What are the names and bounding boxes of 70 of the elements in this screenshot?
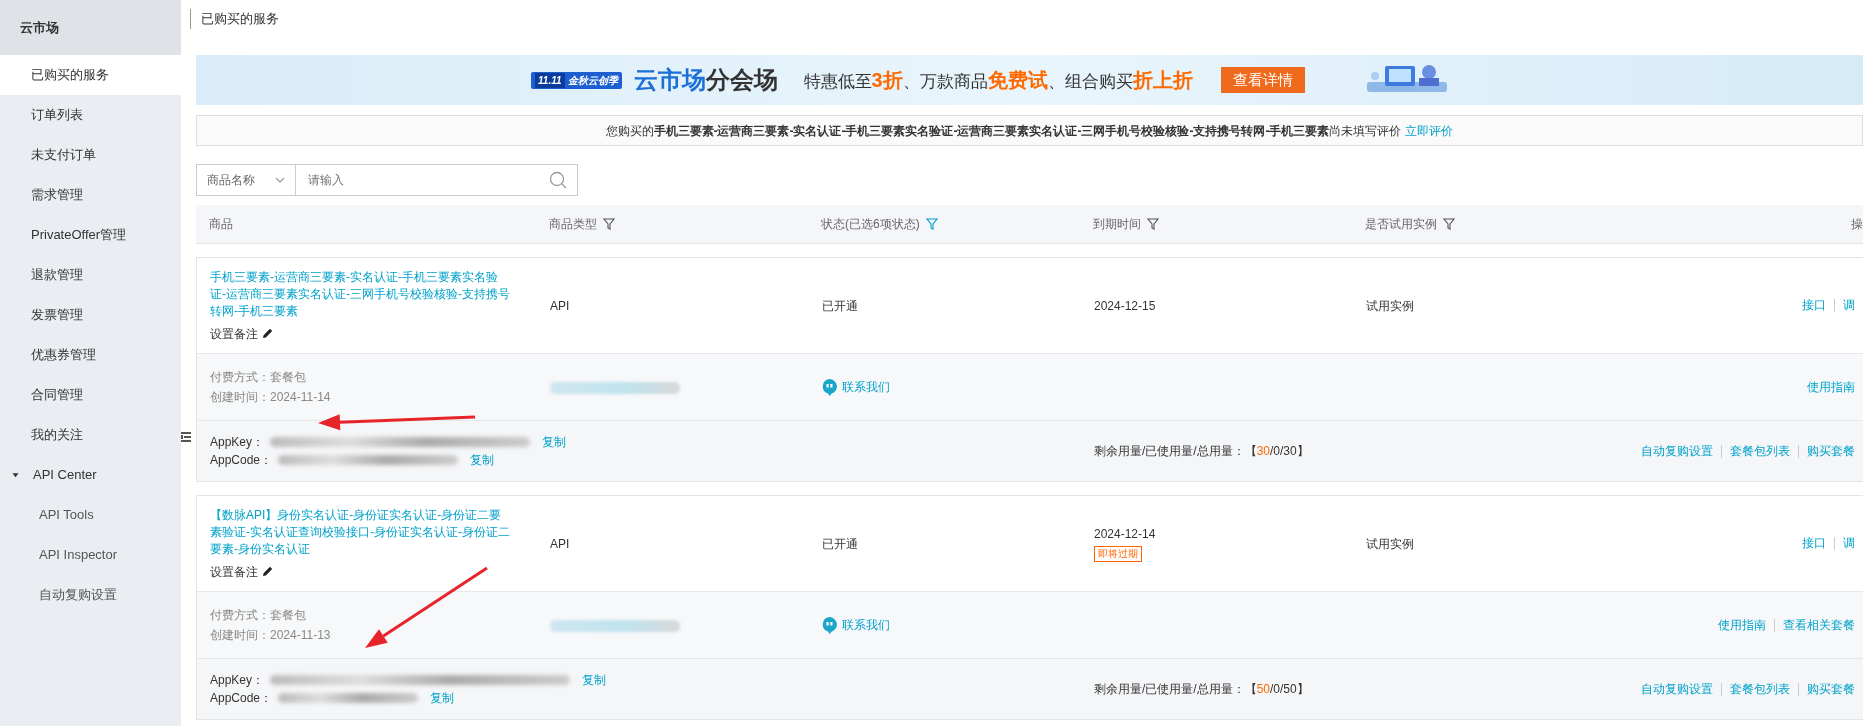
search-icon — [549, 171, 567, 189]
search-field[interactable]: 请输入 — [296, 164, 578, 196]
promo-title: 云市场分会场 — [633, 65, 778, 95]
column-header[interactable]: 状态(已选6项状态) — [821, 215, 920, 233]
expiry-date: 2024-12-15 — [1094, 297, 1157, 315]
guide-link[interactable]: 使用指南 — [1710, 618, 1774, 632]
guide-link[interactable]: 查看相关套餐 — [1774, 618, 1863, 632]
appcode-label: AppCode： — [210, 452, 273, 469]
sidebar-item[interactable]: 已购买的服务 — [0, 55, 181, 95]
set-note-link[interactable]: 设置备注 — [210, 562, 258, 581]
action-link[interactable]: 调 — [1834, 299, 1863, 312]
column-header[interactable]: 操 — [1851, 215, 1863, 233]
sidebar-item[interactable]: 未支付订单 — [0, 135, 181, 175]
column-header[interactable]: 商品 — [209, 215, 233, 233]
chat-bubble-icon — [822, 378, 837, 396]
status-text: 已开通 — [822, 535, 859, 553]
contact-link[interactable]: 联系我们 — [822, 616, 1094, 634]
promo-badge: 11.11 金秋云创季 — [531, 71, 622, 89]
promo-button[interactable]: 查看详情 — [1220, 66, 1305, 94]
chat-bubble-icon — [822, 616, 837, 634]
sidebar-title: 云市场 — [20, 18, 59, 37]
sidebar-item[interactable]: 退款管理 — [0, 255, 181, 295]
promo-banner[interactable]: 11.11 金秋云创季 云市场分会场 特惠低至3折、万款商品免费试、组合购买折上折 查看详情 — [196, 55, 1863, 105]
payment-method: 付费方式：套餐包 — [210, 369, 307, 386]
trial-text: 试用实例 — [1366, 535, 1414, 553]
created-time: 创建时间：2024-11-14 — [210, 389, 332, 406]
sidebar-subitem[interactable]: 自动复购设置 — [0, 575, 181, 615]
appkey-label: AppKey： — [210, 434, 265, 451]
review-link[interactable]: 立即评价 — [1405, 121, 1454, 140]
sidebar-item[interactable]: 我的关注 — [0, 415, 181, 455]
sidebar-subitem[interactable]: API Inspector — [0, 535, 181, 575]
pencil-icon — [262, 328, 273, 339]
promo-slogan: 特惠低至3折、万款商品免费试、组合购买折上折 — [803, 68, 1193, 93]
expiry-date: 2024-12-14 — [1094, 525, 1157, 543]
trial-text: 试用实例 — [1366, 297, 1414, 315]
set-note-link[interactable]: 设置备注 — [210, 324, 258, 343]
page-title: 已购买的服务 — [190, 9, 279, 29]
action-link[interactable]: 调 — [1834, 537, 1863, 550]
review-notice: 您购买的手机三要素-运营商三要素-实名认证-手机三要素实名验证-运营商三要素实名认证-三网手机号校验核验-支持携号转网-手机三要素尚未填写评价 — [605, 122, 1402, 140]
appcode-label: AppCode： — [210, 690, 273, 707]
status-text: 已开通 — [822, 297, 859, 315]
sidebar-item[interactable]: 合同管理 — [0, 375, 181, 415]
sidebar-item[interactable]: 订单列表 — [0, 95, 181, 135]
column-header[interactable]: 商品类型 — [549, 215, 597, 233]
column-header[interactable]: 到期时间 — [1093, 215, 1141, 233]
category-dropdown[interactable]: 商品名称 — [196, 164, 296, 196]
sidebar-item[interactable]: 发票管理 — [0, 295, 181, 335]
pencil-icon — [262, 566, 273, 577]
payment-method: 付费方式：套餐包 — [210, 607, 307, 624]
product-link[interactable]: 手机三要素-运营商三要素-实名认证-手机三要素实名验证-运营商三要素实名认证-三网手机号校验核验-支持携号转网-手机三要素 — [210, 268, 510, 320]
chevron-down-icon — [275, 177, 285, 183]
contact-link[interactable]: 联系我们 — [822, 378, 1094, 396]
sidebar-item[interactable]: 需求管理 — [0, 175, 181, 215]
usage-text: 剩余用量/已使用量/总用量：【30/0/30】 — [1094, 443, 1310, 460]
product-type: API — [550, 535, 571, 553]
expiring-tag: 即将过期 — [1094, 545, 1142, 562]
action-link[interactable]: 接口 — [1794, 537, 1834, 550]
sidebar-group[interactable]: API Center — [33, 465, 97, 485]
sidebar-item[interactable]: PrivateOffer管理 — [0, 215, 181, 255]
collapse-icon — [181, 432, 191, 442]
action-link[interactable]: 接口 — [1794, 299, 1834, 312]
product-type: API — [550, 297, 571, 315]
created-time: 创建时间：2024-11-13 — [210, 627, 332, 644]
usage-text: 剩余用量/已使用量/总用量：【50/0/50】 — [1094, 681, 1310, 698]
product-link[interactable]: 【数脉API】身份实名认证-身份证实名认证-身份证二要素验证-实名认证查询校验接口-身份证实名认证-身份证二要素-身份实名认证 — [210, 506, 510, 558]
sidebar-subitem[interactable]: API Tools — [0, 495, 181, 535]
sidebar-item[interactable]: 优惠券管理 — [0, 335, 181, 375]
guide-link[interactable]: 使用指南 — [1799, 380, 1863, 394]
column-header[interactable]: 是否试用实例 — [1365, 215, 1437, 233]
appkey-label: AppKey： — [210, 672, 265, 689]
